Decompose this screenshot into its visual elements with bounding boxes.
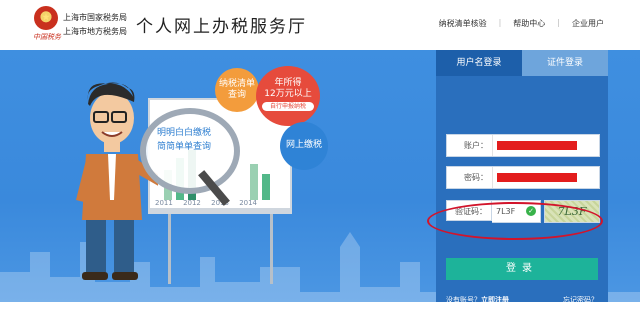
bureau-name-local: 上海市地方税务局 — [63, 27, 127, 36]
footer-strip — [0, 302, 640, 331]
board-bar — [262, 174, 270, 200]
bubble-tax-list-query: 纳税清单查询 — [215, 68, 259, 112]
account-label: 账户： — [447, 135, 493, 156]
account-redacted-value — [497, 141, 577, 150]
password-label: 密码： — [447, 167, 493, 188]
tab-username-login[interactable]: 用户名登录 — [436, 50, 522, 76]
login-button-highlight-ring — [427, 202, 603, 240]
board-years: 2011 2012 2013 2014 — [155, 199, 265, 207]
bubble-red-sub: 自行申报纳税 — [262, 102, 314, 111]
cartoon-man — [76, 82, 158, 280]
top-nav: 纳税清单核验 | 帮助中心 | 企业用户 — [427, 18, 616, 29]
login-tabs: 用户名登录 证件登录 — [436, 50, 608, 76]
password-redacted-value — [497, 173, 577, 182]
easel-leg — [168, 214, 171, 284]
tax-emblem-icon — [34, 6, 58, 30]
board-bar — [250, 164, 258, 200]
site-title: 个人网上办税服务厅 — [136, 17, 307, 37]
password-field[interactable]: 密码： — [446, 166, 600, 189]
bubble-annual-income: 年所得 12万元以上 自行申报纳税 — [256, 66, 320, 126]
login-panel: 用户名登录 证件登录 账户： 密码： 验证码： 7L3F ✓ 7L3F 登录 没… — [436, 50, 608, 304]
magnifier-line-1: 明明白白缴税 — [156, 128, 211, 138]
account-field[interactable]: 账户： — [446, 134, 600, 157]
nav-help-center[interactable]: 帮助中心 — [501, 18, 557, 29]
bubble-red-line-1: 年所得 — [274, 78, 302, 88]
year-label: 2012 — [183, 199, 201, 207]
seal-text: 中国税务 — [33, 33, 61, 41]
login-button[interactable]: 登录 — [446, 258, 598, 280]
bureau-name-national: 上海市国家税务局 — [63, 13, 127, 22]
nav-tax-list-verify[interactable]: 纳税清单核验 — [427, 18, 499, 29]
easel-leg — [270, 214, 273, 284]
board-base — [148, 208, 292, 214]
tab-id-card-login[interactable]: 证件登录 — [522, 50, 608, 76]
bubble-red-line-2: 12万元以上 — [264, 89, 312, 99]
magnifier-text: 明明白白缴税 简简单单查询 — [144, 126, 224, 154]
top-header: 中国税务 上海市国家税务局 上海市地方税务局 个人网上办税服务厅 纳税清单核验 … — [0, 0, 640, 50]
nav-enterprise-user[interactable]: 企业用户 — [560, 18, 616, 29]
bubble-online-tax-payment: 网上缴税 — [280, 122, 328, 170]
magnifier-line-2: 简简单单查询 — [156, 142, 211, 152]
year-label: 2014 — [239, 199, 258, 207]
